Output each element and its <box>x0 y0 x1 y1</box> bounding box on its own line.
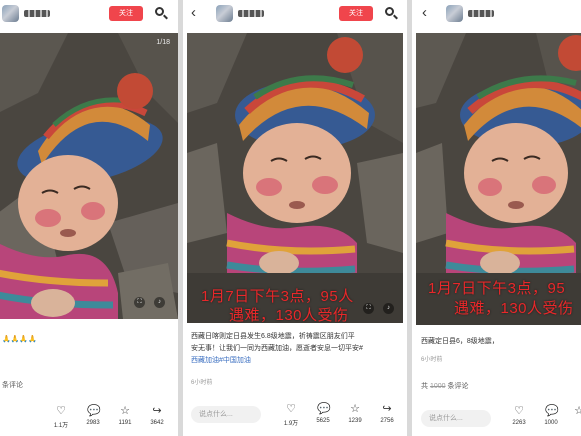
avatar[interactable] <box>216 5 233 22</box>
follow-button[interactable]: 关注 <box>109 6 143 21</box>
post-image[interactable]: 1月7日下午3点，95 遇难，130人受伤 <box>416 33 581 325</box>
post-image[interactable]: 1/18 ⛶ ♪ <box>0 33 178 319</box>
child-photo-illustration <box>0 33 178 319</box>
volume-icon[interactable]: ♪ <box>383 303 394 314</box>
comment-count: 5625 <box>316 418 330 424</box>
overlay-text-line-1: 1月7日下午3点，95人 <box>201 288 354 305</box>
post-time: 6小时前 <box>421 357 443 363</box>
heart-icon: ♡ <box>514 405 524 417</box>
star-count: 1191 <box>118 420 132 426</box>
search-icon[interactable] <box>154 6 168 20</box>
post-time: 6小时前 <box>191 380 213 386</box>
post-caption: 西藏定日县6，8级地震， <box>421 338 499 345</box>
avatar[interactable] <box>2 5 19 22</box>
like-button[interactable]: ♡ 1.9万 <box>278 403 304 427</box>
share-button[interactable]: ↪ 2756 <box>374 403 400 424</box>
star-button[interactable]: ☆ 1239 <box>342 403 368 424</box>
username-blurred[interactable] <box>24 10 50 17</box>
username-blurred[interactable] <box>238 10 264 17</box>
like-button[interactable]: ♡ 1.1万 <box>48 405 74 429</box>
post-panel-1: 关注 1/18 ⛶ ♪ � <box>0 0 178 436</box>
comment-button[interactable]: 💬 5625 <box>310 403 336 424</box>
screenshot-icon[interactable]: ⛶ <box>363 303 374 314</box>
top-bar: ‹ <box>412 0 581 26</box>
star-count: 1239 <box>348 418 362 424</box>
comment-icon: 💬 <box>87 405 101 417</box>
avatar[interactable] <box>446 5 463 22</box>
post-caption: 🙏🙏🙏🙏 <box>2 336 37 343</box>
heart-icon: ♡ <box>56 405 66 417</box>
comment-icon: 💬 <box>545 405 559 417</box>
comment-total-count: 1000 <box>429 383 446 390</box>
like-count: 1.1万 <box>53 423 69 429</box>
like-button[interactable]: ♡ 2263 <box>506 405 532 426</box>
share-icon: ↪ <box>382 403 392 415</box>
screenshot-icon[interactable]: ⛶ <box>134 297 145 308</box>
comment-count: 2983 <box>86 420 100 426</box>
post-image[interactable]: 1月7日下午3点，95人 遇难，130人受伤 ⛶ ♪ <box>187 33 403 323</box>
overlay-text-line-2: 遇难，130人受伤 <box>454 300 574 317</box>
star-icon: ☆ <box>120 405 130 417</box>
comment-button[interactable]: 💬 1000 <box>538 405 564 426</box>
share-count: 3642 <box>150 420 164 426</box>
comment-total-suffix: 条评论 <box>447 383 469 390</box>
image-counter: 1/18 <box>156 39 170 46</box>
overlay-text-line-1: 1月7日下午3点，95 <box>428 280 566 297</box>
comment-input[interactable]: 说点什么... <box>421 410 491 427</box>
back-arrow-icon[interactable]: ‹ <box>422 5 427 21</box>
comment-count-label: 条评论 <box>2 382 23 389</box>
share-icon: ↪ <box>152 405 162 417</box>
search-icon[interactable] <box>384 6 398 20</box>
comment-total: 共 1000 条评论 <box>421 381 468 391</box>
comment-icon: 💬 <box>317 403 331 415</box>
like-count: 1.9万 <box>283 421 299 427</box>
comment-total-prefix: 共 <box>421 383 428 390</box>
star-icon: ☆ <box>574 405 581 417</box>
child-photo-illustration <box>187 33 403 323</box>
heart-icon: ♡ <box>286 403 296 415</box>
top-bar: 关注 <box>0 0 178 26</box>
post-caption: 西藏日喀则定日县发生6.8级地震，祈祷震区朋友们平 安无事！让我们一同为西藏加油… <box>191 331 403 367</box>
overlay-text-line-2: 遇难，130人受伤 <box>229 307 349 323</box>
share-count: 2756 <box>380 418 394 424</box>
star-button[interactable]: ☆ 1191 <box>112 405 138 426</box>
star-button[interactable]: ☆ <box>566 405 581 420</box>
caption-line-1: 西藏日喀则定日县发生6.8级地震，祈祷震区朋友们平 <box>191 333 355 340</box>
star-icon: ☆ <box>350 403 360 415</box>
share-button[interactable]: ↪ 3642 <box>144 405 170 426</box>
comment-button[interactable]: 💬 2983 <box>80 405 106 426</box>
top-bar: ‹ 关注 <box>183 0 407 26</box>
like-count: 2263 <box>512 420 526 426</box>
caption-line-2: 安无事！让我们一同为西藏加油，愿逝者安息一切平安# <box>191 345 363 352</box>
username-blurred[interactable] <box>468 10 494 17</box>
back-arrow-icon[interactable]: ‹ <box>191 5 196 21</box>
post-panel-2: ‹ 关注 1月7日下午3点，95人 遇难，130人受伤 ⛶ ♪ 西藏日喀则定日县… <box>183 0 407 436</box>
hashtag-link[interactable]: 西藏加油#中国加油 <box>191 355 403 367</box>
post-panel-3: ‹ 1月7日下午3点，95 遇难，130人受伤 西藏定日县6，8级地震， 6小时… <box>412 0 581 436</box>
comment-input[interactable]: 说点什么... <box>191 406 261 423</box>
follow-button[interactable]: 关注 <box>339 6 373 21</box>
comment-count: 1000 <box>544 420 558 426</box>
volume-icon[interactable]: ♪ <box>154 297 165 308</box>
